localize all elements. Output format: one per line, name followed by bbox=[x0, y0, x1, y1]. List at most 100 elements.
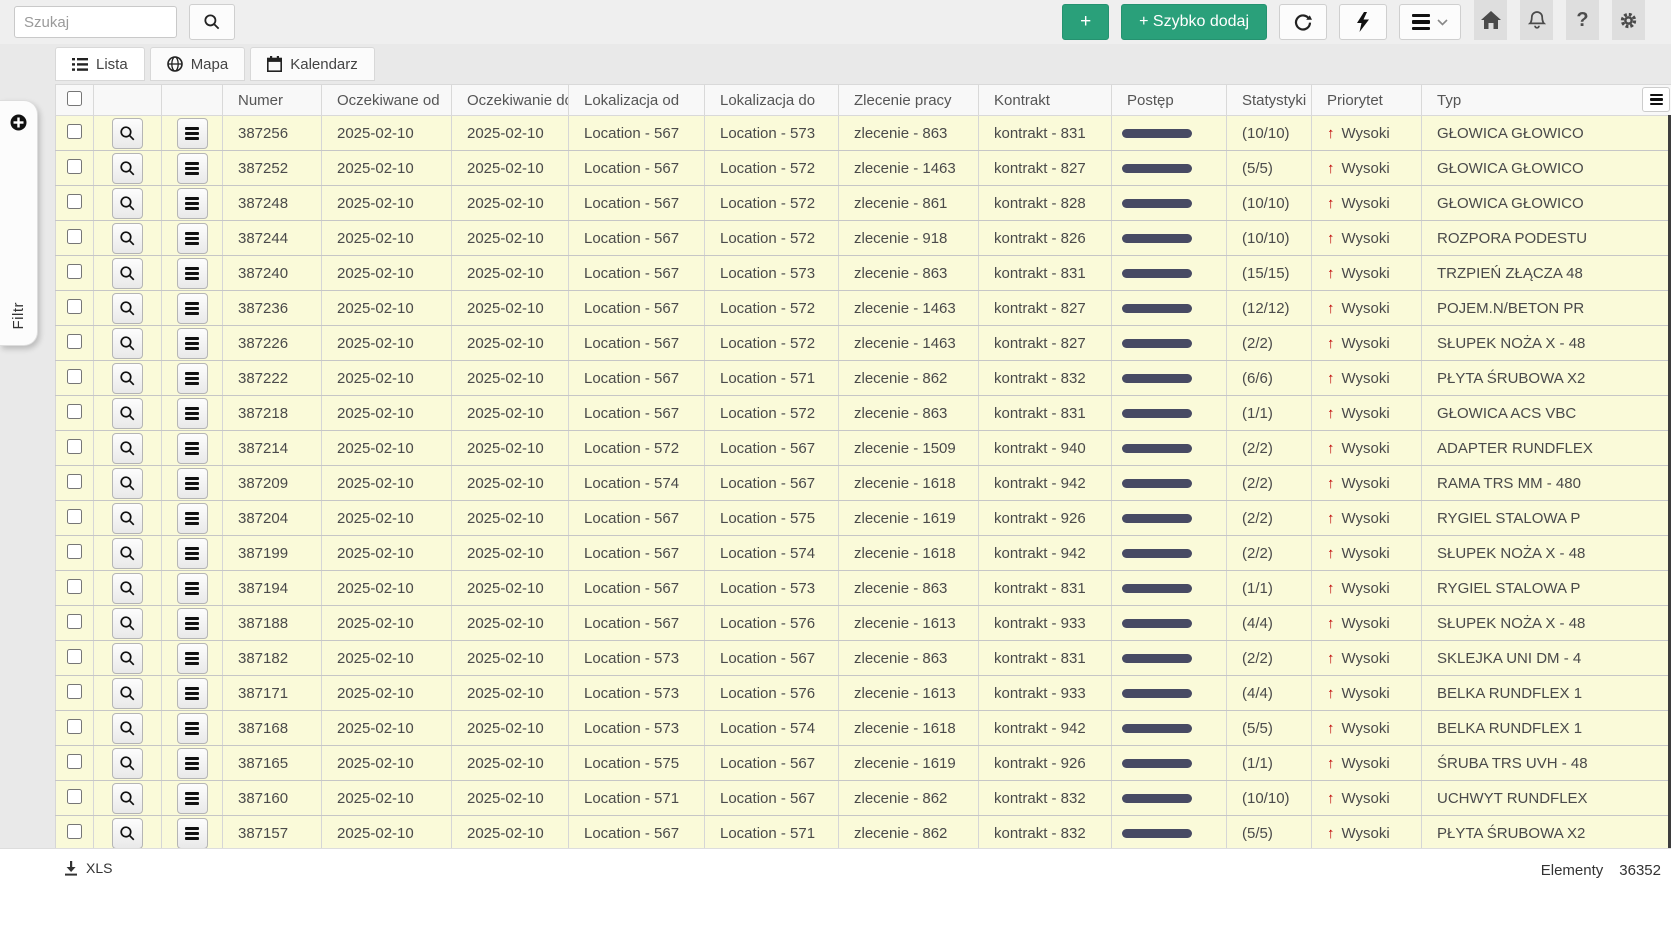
row-search-button[interactable] bbox=[112, 783, 143, 814]
notifications-button[interactable] bbox=[1520, 0, 1553, 40]
row-search-button[interactable] bbox=[112, 678, 143, 709]
select-all-checkbox[interactable] bbox=[67, 91, 82, 106]
row-checkbox[interactable] bbox=[67, 684, 82, 699]
filter-panel-tab[interactable]: Filtr bbox=[0, 100, 38, 346]
row-search-button[interactable] bbox=[112, 608, 143, 639]
row-checkbox[interactable] bbox=[67, 474, 82, 489]
row-search-button[interactable] bbox=[112, 433, 143, 464]
row-checkbox[interactable] bbox=[67, 159, 82, 174]
row-checkbox[interactable] bbox=[67, 509, 82, 524]
row-checkbox[interactable] bbox=[67, 544, 82, 559]
tab-kalendarz[interactable]: Kalendarz bbox=[250, 47, 375, 81]
hamburger-icon bbox=[185, 232, 199, 245]
row-search-button[interactable] bbox=[112, 713, 143, 744]
row-search-button[interactable] bbox=[112, 293, 143, 324]
row-menu-button[interactable] bbox=[177, 503, 208, 534]
row-menu-button[interactable] bbox=[177, 258, 208, 289]
row-checkbox[interactable] bbox=[67, 649, 82, 664]
settings-button[interactable] bbox=[1612, 0, 1645, 40]
row-menu-button[interactable] bbox=[177, 713, 208, 744]
row-search-button[interactable] bbox=[112, 818, 143, 849]
row-search-button[interactable] bbox=[112, 258, 143, 289]
row-menu-button[interactable] bbox=[177, 538, 208, 569]
row-menu-button[interactable] bbox=[177, 608, 208, 639]
row-search-button[interactable] bbox=[112, 748, 143, 779]
row-checkbox[interactable] bbox=[67, 789, 82, 804]
tab-lista[interactable]: Lista bbox=[55, 47, 145, 81]
row-search-button[interactable] bbox=[112, 468, 143, 499]
row-checkbox[interactable] bbox=[67, 264, 82, 279]
cell-kontrakt: kontrakt - 933 bbox=[979, 606, 1112, 641]
row-checkbox[interactable] bbox=[67, 824, 82, 839]
row-search-button[interactable] bbox=[112, 573, 143, 604]
row-menu-button[interactable] bbox=[177, 118, 208, 149]
row-menu-button[interactable] bbox=[177, 643, 208, 674]
header-typ[interactable]: Typ bbox=[1422, 85, 1671, 116]
column-config-button[interactable] bbox=[1642, 87, 1670, 112]
row-menu-button[interactable] bbox=[177, 818, 208, 848]
row-search-button[interactable] bbox=[112, 118, 143, 149]
row-checkbox[interactable] bbox=[67, 229, 82, 244]
row-menu-button[interactable] bbox=[177, 433, 208, 464]
row-menu-button[interactable] bbox=[177, 293, 208, 324]
add-button[interactable]: + bbox=[1062, 4, 1109, 40]
row-menu-button[interactable] bbox=[177, 783, 208, 814]
search-input[interactable] bbox=[14, 6, 177, 38]
row-search-button[interactable] bbox=[112, 398, 143, 429]
row-menu-button[interactable] bbox=[177, 678, 208, 709]
row-search-button[interactable] bbox=[112, 328, 143, 359]
row-checkbox[interactable] bbox=[67, 369, 82, 384]
row-menu-button[interactable] bbox=[177, 748, 208, 779]
help-button[interactable]: ? bbox=[1566, 0, 1599, 40]
row-search-button[interactable] bbox=[112, 188, 143, 219]
row-checkbox[interactable] bbox=[67, 579, 82, 594]
cell-search bbox=[94, 571, 162, 606]
priority-label: Wysoki bbox=[1342, 650, 1390, 667]
row-search-button[interactable] bbox=[112, 363, 143, 394]
cell-typ: ADAPTER RUNDFLEX bbox=[1422, 431, 1671, 466]
tab-mapa[interactable]: Mapa bbox=[150, 47, 246, 81]
row-checkbox[interactable] bbox=[67, 614, 82, 629]
row-menu-button[interactable] bbox=[177, 573, 208, 604]
header-row: Numer Oczekiwane od Oczekiwanie do Lokal… bbox=[56, 85, 1671, 116]
header-postep[interactable]: Postęp bbox=[1112, 85, 1227, 116]
header-lokalizacja-od[interactable]: Lokalizacja od bbox=[569, 85, 705, 116]
header-kontrakt[interactable]: Kontrakt bbox=[979, 85, 1112, 116]
row-search-button[interactable] bbox=[112, 223, 143, 254]
search-button[interactable] bbox=[189, 4, 235, 40]
header-oczekiwane-od[interactable]: Oczekiwane od bbox=[322, 85, 452, 116]
row-menu-button[interactable] bbox=[177, 223, 208, 254]
header-oczekiwanie-do[interactable]: Oczekiwanie do bbox=[452, 85, 569, 116]
row-checkbox[interactable] bbox=[67, 334, 82, 349]
row-checkbox[interactable] bbox=[67, 404, 82, 419]
row-search-button[interactable] bbox=[112, 643, 143, 674]
row-search-button[interactable] bbox=[112, 153, 143, 184]
row-menu-button[interactable] bbox=[177, 363, 208, 394]
header-lokalizacja-do[interactable]: Lokalizacja do bbox=[705, 85, 839, 116]
row-checkbox[interactable] bbox=[67, 194, 82, 209]
xls-export-button[interactable]: XLS bbox=[64, 860, 112, 876]
header-numer[interactable]: Numer bbox=[223, 85, 322, 116]
cell-lokalizacja-od: Location - 567 bbox=[569, 256, 705, 291]
row-menu-button[interactable] bbox=[177, 188, 208, 219]
main-menu-button[interactable] bbox=[1399, 4, 1461, 40]
row-search-button[interactable] bbox=[112, 538, 143, 569]
home-button[interactable] bbox=[1474, 0, 1507, 40]
actions-button[interactable] bbox=[1339, 4, 1387, 40]
header-priorytet[interactable]: Priorytet bbox=[1312, 85, 1422, 116]
header-statystyki[interactable]: Statystyki bbox=[1227, 85, 1312, 116]
row-menu-button[interactable] bbox=[177, 468, 208, 499]
row-checkbox[interactable] bbox=[67, 754, 82, 769]
row-checkbox[interactable] bbox=[67, 719, 82, 734]
row-checkbox[interactable] bbox=[67, 124, 82, 139]
header-zlecenie-pracy[interactable]: Zlecenie pracy bbox=[839, 85, 979, 116]
cell-priorytet: ↑Wysoki bbox=[1312, 606, 1422, 641]
row-menu-button[interactable] bbox=[177, 328, 208, 359]
row-menu-button[interactable] bbox=[177, 398, 208, 429]
row-search-button[interactable] bbox=[112, 503, 143, 534]
refresh-button[interactable] bbox=[1279, 4, 1327, 40]
row-menu-button[interactable] bbox=[177, 153, 208, 184]
row-checkbox[interactable] bbox=[67, 439, 82, 454]
row-checkbox[interactable] bbox=[67, 299, 82, 314]
quick-add-button[interactable]: + Szybko dodaj bbox=[1121, 4, 1267, 40]
